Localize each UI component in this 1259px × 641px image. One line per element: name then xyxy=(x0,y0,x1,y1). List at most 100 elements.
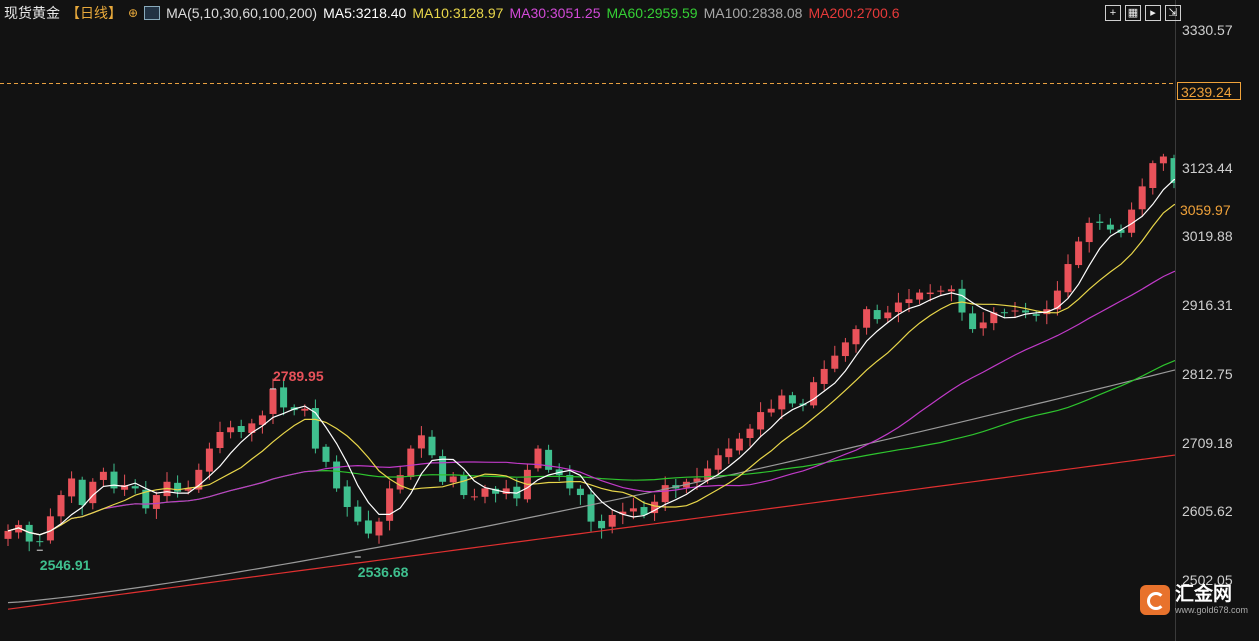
ma30-value: MA30:3051.25 xyxy=(509,5,601,21)
candle xyxy=(947,289,955,292)
candle xyxy=(958,288,966,313)
ma5-value: MA5:3218.40 xyxy=(323,5,407,21)
ma100-line xyxy=(7,369,1175,604)
candle xyxy=(587,494,595,522)
candle xyxy=(36,541,44,543)
candle xyxy=(778,395,786,410)
candle xyxy=(375,521,383,536)
settings-icon[interactable]: ⊕ xyxy=(128,6,138,20)
candle xyxy=(746,428,754,439)
candle xyxy=(937,290,945,292)
candle xyxy=(301,408,309,411)
candle xyxy=(269,388,277,414)
candle xyxy=(1064,264,1072,293)
candle xyxy=(449,476,457,483)
candle xyxy=(714,455,722,470)
candle xyxy=(894,302,902,312)
candle xyxy=(280,387,288,408)
candle xyxy=(1096,221,1104,223)
candle xyxy=(926,292,934,295)
expand-icon[interactable]: ⇲ xyxy=(1165,5,1181,21)
candle xyxy=(227,427,235,433)
candle xyxy=(131,486,139,489)
logo-url: www.gold678.com xyxy=(1175,605,1249,615)
candle xyxy=(428,436,436,456)
y-tick-label: 2812.75 xyxy=(1182,365,1233,382)
candle xyxy=(1075,241,1083,266)
candle xyxy=(661,485,669,503)
candle xyxy=(470,496,478,498)
y-tick-label: 3123.44 xyxy=(1182,159,1233,176)
candle xyxy=(417,435,425,449)
candle xyxy=(873,310,881,320)
candle xyxy=(969,313,977,330)
crosshair-icon[interactable]: + xyxy=(1105,5,1121,21)
candle xyxy=(237,426,245,432)
symbol-title[interactable]: 现货黄金 xyxy=(4,3,60,23)
candle xyxy=(152,495,160,509)
candle xyxy=(841,342,849,357)
candle xyxy=(407,448,415,477)
y-tick-label: 2916.31 xyxy=(1182,297,1233,313)
candle xyxy=(322,446,330,462)
candle xyxy=(1011,310,1019,312)
chart-header: 现货黄金 【日线】 ⊕ MA(5,10,30,60,100,200) MA5:3… xyxy=(0,0,1259,26)
candle xyxy=(4,530,12,539)
candle xyxy=(68,478,76,497)
period-selector[interactable]: 【日线】 xyxy=(66,3,122,23)
candle xyxy=(174,482,182,492)
candle xyxy=(205,448,213,472)
candle xyxy=(905,299,913,304)
candle xyxy=(1000,312,1008,314)
candle xyxy=(757,412,765,430)
candle xyxy=(386,488,394,521)
annotation-label: 2546.91 xyxy=(40,557,91,573)
annotation-label: 2789.95 xyxy=(273,368,324,384)
candle xyxy=(1022,310,1030,313)
chart-root: 3245.512789.952546.912536.68 3330.573123… xyxy=(0,0,1259,641)
ma10-value: MA10:3128.97 xyxy=(412,5,504,21)
current-price-tag: 3239.24 xyxy=(1177,81,1241,100)
candle xyxy=(460,475,468,496)
logo-icon xyxy=(1140,585,1170,615)
candle xyxy=(481,488,489,497)
candle xyxy=(1138,186,1146,210)
candle xyxy=(343,486,351,508)
candle xyxy=(333,461,341,489)
play-icon[interactable]: ▸ xyxy=(1145,5,1161,21)
candlestick-plot[interactable]: 3245.512789.952546.912536.68 xyxy=(0,0,1175,641)
ma100-value: MA100:2838.08 xyxy=(703,5,803,21)
candle xyxy=(78,479,86,506)
candle xyxy=(608,514,616,527)
candle xyxy=(576,488,584,496)
candle xyxy=(810,382,818,406)
candle xyxy=(1032,314,1040,316)
candle xyxy=(99,471,107,480)
candle xyxy=(725,448,733,458)
candle xyxy=(916,292,924,300)
candle xyxy=(1159,156,1167,164)
candle xyxy=(46,516,54,541)
ma-label[interactable]: MA(5,10,30,60,100,200) xyxy=(166,5,317,21)
indicator-icon[interactable] xyxy=(144,6,161,20)
candle xyxy=(57,495,65,517)
grid-icon[interactable]: ▦ xyxy=(1125,5,1141,21)
candle xyxy=(852,329,860,345)
y-tick-label: 2709.18 xyxy=(1182,434,1233,451)
candle xyxy=(704,468,712,480)
candle xyxy=(311,408,319,449)
candle xyxy=(979,322,987,329)
candle xyxy=(1149,163,1157,189)
level-price-tag: 3059.97 xyxy=(1177,200,1241,219)
candle xyxy=(863,309,871,328)
candle xyxy=(767,408,775,413)
chart-toolbar: + ▦ ▸ ⇲ xyxy=(1105,5,1181,21)
candle xyxy=(216,431,224,449)
y-tick-label: 2605.62 xyxy=(1182,503,1233,520)
candle xyxy=(1106,224,1114,230)
price-axis-line xyxy=(1175,0,1176,641)
annotation-label: 2536.68 xyxy=(358,564,409,580)
ma60-value: MA60:2959.59 xyxy=(606,5,698,21)
candle xyxy=(598,520,606,529)
candle xyxy=(629,508,637,512)
